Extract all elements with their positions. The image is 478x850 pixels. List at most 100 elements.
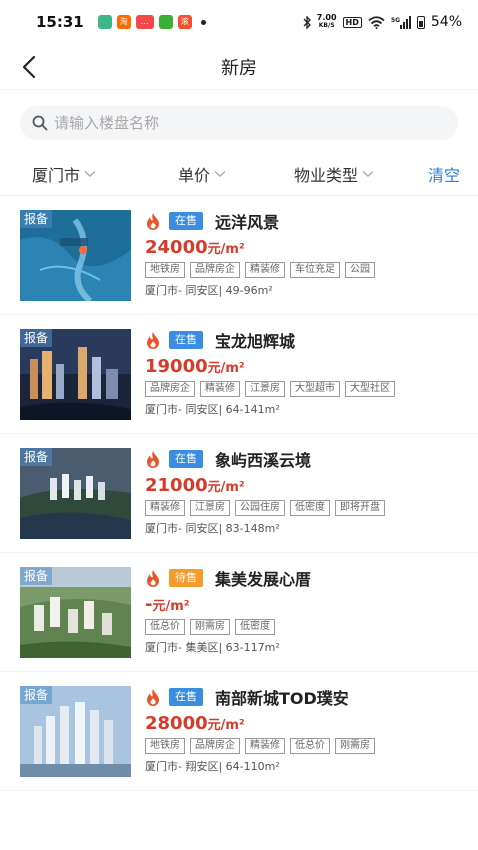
svg-text:5G: 5G — [391, 17, 400, 24]
listing-image: 报备 — [20, 567, 131, 658]
search-bar[interactable] — [20, 106, 458, 140]
back-button[interactable] — [18, 54, 42, 80]
report-badge: 报备 — [20, 448, 53, 466]
feature-tag: 江景房 — [190, 500, 230, 516]
price-filter-label: 单价 — [178, 165, 211, 185]
more-notifications-icon — [200, 19, 206, 25]
feature-tag: 刚需房 — [335, 738, 375, 754]
price-unit: 元/m² — [207, 480, 245, 495]
net-speed-value: 7.00 — [316, 13, 337, 22]
status-bar: 15:31 淘 … 滚 7.00 KB/S HD 5G 54% — [0, 0, 478, 44]
listing-info: 待售 集美发展心厝 -元/m² 低总价 刚需房 低密度 厦门市- 集美区| 63… — [145, 567, 478, 658]
chevron-down-icon — [84, 170, 96, 177]
feature-tag: 品牌房企 — [190, 738, 240, 754]
notification-icons: 淘 … 滚 — [97, 15, 206, 29]
battery-icon — [416, 15, 425, 29]
feature-tag: 大型超市 — [290, 381, 340, 397]
price-value: 28000 — [145, 713, 208, 734]
price-value: 24000 — [145, 237, 208, 258]
listing-item[interactable]: 报备 在售 象屿西溪云境 21000元/m² 精装修 江景房 公园住房 低密度 … — [0, 434, 478, 553]
city-filter[interactable]: 厦门市 — [32, 162, 178, 186]
feature-tag: 地铁房 — [145, 262, 185, 278]
fire-icon — [147, 332, 159, 349]
price-value: 21000 — [145, 475, 208, 496]
fire-icon — [147, 570, 159, 587]
clear-filters-button[interactable]: 清空 — [428, 162, 460, 186]
listing-location: 厦门市- 翔安区| 64-110m² — [145, 760, 280, 773]
wifi-icon — [368, 15, 385, 29]
feature-tag: 精装修 — [245, 262, 285, 278]
net-speed: 7.00 KB/S — [317, 14, 337, 30]
listing-image: 报备 — [20, 329, 131, 420]
app-5-icon: 滚 — [177, 15, 192, 29]
report-badge: 报备 — [20, 686, 53, 704]
battery-percent: 54% — [430, 14, 462, 30]
feature-tag: 精装修 — [245, 738, 285, 754]
net-speed-unit: KB/S — [318, 22, 335, 29]
feature-tag: 品牌房企 — [145, 381, 195, 397]
chevron-down-icon — [214, 170, 226, 177]
property-type-filter-label: 物业类型 — [294, 165, 359, 185]
listing-price: -元/m² — [145, 594, 478, 615]
listing-location: 厦门市- 集美区| 63-117m² — [145, 641, 280, 654]
listing-title-row: 在售 象屿西溪云境 — [145, 448, 478, 470]
search-input[interactable] — [54, 114, 446, 132]
listing-title-row: 在售 宝龙旭辉城 — [145, 329, 478, 351]
feature-tag: 大型社区 — [345, 381, 395, 397]
feature-tag: 公园住房 — [235, 500, 285, 516]
listing-location: 厦门市- 同安区| 49-96m² — [145, 284, 273, 297]
report-badge: 报备 — [20, 567, 53, 585]
city-filter-label: 厦门市 — [32, 165, 81, 185]
status-time: 15:31 — [36, 13, 84, 31]
listing-name: 宝龙旭辉城 — [215, 332, 296, 351]
listing-item[interactable]: 报备 在售 远洋风景 24000元/m² 地铁房 品牌房企 精装修 车位充足 公… — [0, 196, 478, 315]
listing-location: 厦门市- 同安区| 64-141m² — [145, 403, 280, 416]
listing-tags: 品牌房企 精装修 江景房 大型超市 大型社区 — [145, 381, 445, 397]
feature-tag: 低密度 — [290, 500, 330, 516]
bluetooth-icon — [303, 15, 311, 29]
listing-tags: 低总价 刚需房 低密度 — [145, 619, 445, 635]
price-unit: 元/m² — [152, 599, 190, 614]
sale-status-badge: 在售 — [169, 331, 203, 349]
feature-tag: 低总价 — [145, 619, 185, 635]
listing-info: 在售 远洋风景 24000元/m² 地铁房 品牌房企 精装修 车位充足 公园 厦… — [145, 210, 478, 301]
listing-item[interactable]: 报备 在售 南部新城TOD璞安 28000元/m² 地铁房 品牌房企 精装修 低… — [0, 672, 478, 791]
app-3-icon: … — [135, 15, 154, 29]
hd-badge: HD — [342, 16, 362, 28]
filter-bar: 厦门市 单价 物业类型 清空 — [0, 152, 478, 196]
sale-status-badge: 待售 — [169, 569, 203, 587]
listing-name: 远洋风景 — [215, 213, 280, 232]
fire-icon — [147, 451, 159, 468]
price-unit: 元/m² — [207, 242, 245, 257]
listing-name: 象屿西溪云境 — [215, 451, 312, 470]
listing-price: 21000元/m² — [145, 475, 478, 496]
signal-icon: 5G — [391, 15, 411, 29]
listing-price: 28000元/m² — [145, 713, 478, 734]
feature-tag: 品牌房企 — [190, 262, 240, 278]
price-value: 19000 — [145, 356, 208, 377]
search-section — [0, 90, 478, 152]
feature-tag: 低总价 — [290, 738, 330, 754]
feature-tag: 低密度 — [235, 619, 275, 635]
feature-tag: 车位充足 — [290, 262, 340, 278]
feature-tag: 公园 — [345, 262, 375, 278]
listing-location: 厦门市- 同安区| 83-148m² — [145, 522, 280, 535]
price-filter[interactable]: 单价 — [178, 162, 294, 186]
listing-price: 24000元/m² — [145, 237, 478, 258]
listing-tags: 精装修 江景房 公园住房 低密度 即将开盘 — [145, 500, 445, 516]
feature-tag: 精装修 — [200, 381, 240, 397]
listing-image: 报备 — [20, 686, 131, 777]
listing-list: 报备 在售 远洋风景 24000元/m² 地铁房 品牌房企 精装修 车位充足 公… — [0, 196, 478, 791]
nav-bar: 新房 — [0, 44, 478, 90]
system-status: 7.00 KB/S HD 5G 54% — [303, 14, 462, 30]
listing-item[interactable]: 报备 在售 宝龙旭辉城 19000元/m² 品牌房企 精装修 江景房 大型超市 … — [0, 315, 478, 434]
listing-title-row: 待售 集美发展心厝 — [145, 567, 478, 589]
feature-tag: 江景房 — [245, 381, 285, 397]
listing-item[interactable]: 报备 待售 集美发展心厝 -元/m² 低总价 刚需房 低密度 厦门市- 集美区|… — [0, 553, 478, 672]
property-type-filter[interactable]: 物业类型 — [294, 162, 428, 186]
sale-status-badge: 在售 — [169, 688, 203, 706]
taobao-icon: 淘 — [116, 15, 131, 29]
fire-icon — [147, 213, 159, 230]
chevron-down-icon — [362, 170, 374, 177]
listing-image: 报备 — [20, 210, 131, 301]
